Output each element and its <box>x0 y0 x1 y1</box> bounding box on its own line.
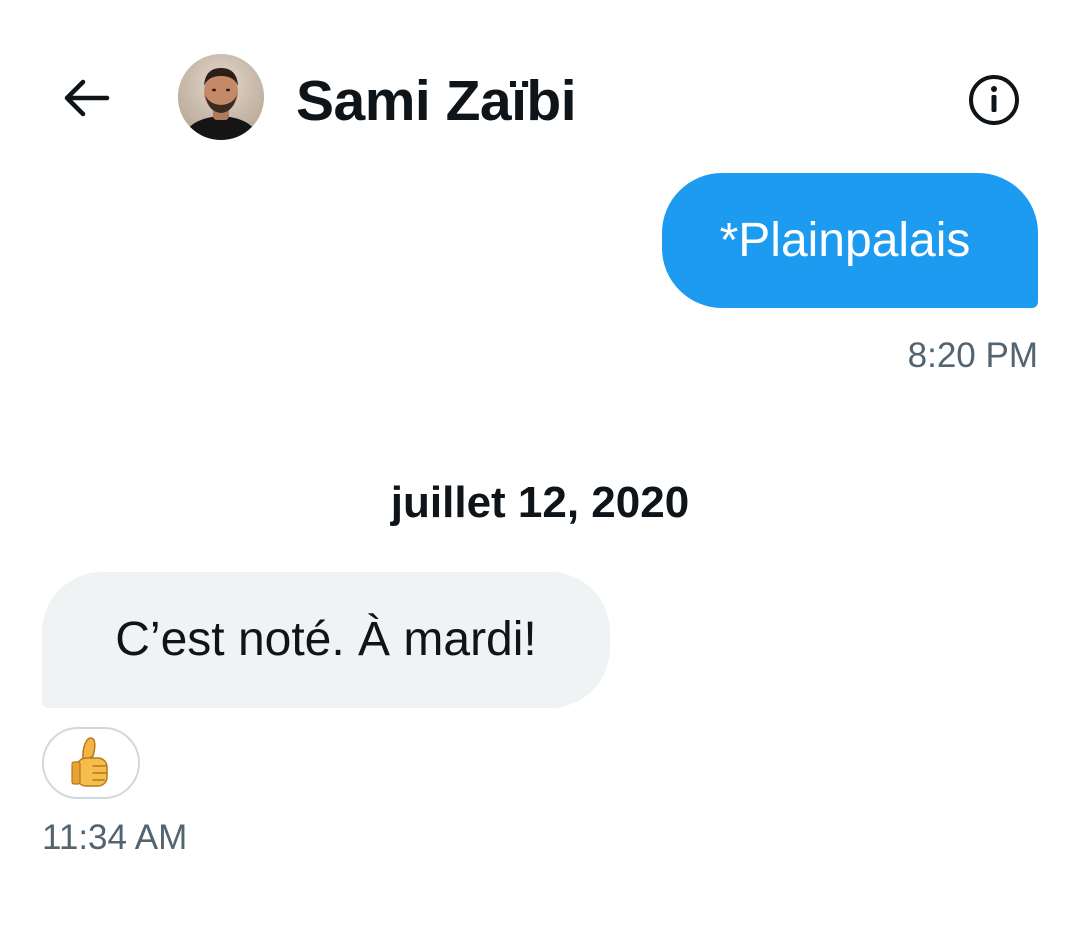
avatar[interactable] <box>178 54 264 140</box>
conversation-header: Sami Zaïbi <box>0 0 1080 180</box>
reaction-badge[interactable] <box>42 727 140 799</box>
arrow-left-icon <box>64 79 110 117</box>
thumbs-up-icon <box>71 737 108 787</box>
contact-name[interactable]: Sami Zaïbi <box>296 70 577 132</box>
info-circle-icon <box>969 75 1019 125</box>
sent-message-bubble[interactable]: *Plainpalais <box>662 173 1038 308</box>
received-message-bubble[interactable]: C’est noté. À mardi! <box>42 572 610 708</box>
message-timestamp: 11:34 AM <box>42 818 188 857</box>
back-button[interactable] <box>56 70 116 126</box>
profile-photo <box>178 54 264 140</box>
info-button[interactable] <box>966 72 1022 128</box>
dm-conversation-screen: Sami Zaïbi *Plainpalais 8:20 PM juillet … <box>0 0 1080 931</box>
message-timestamp: 8:20 PM <box>907 336 1038 375</box>
date-separator: juillet 12, 2020 <box>390 478 690 527</box>
